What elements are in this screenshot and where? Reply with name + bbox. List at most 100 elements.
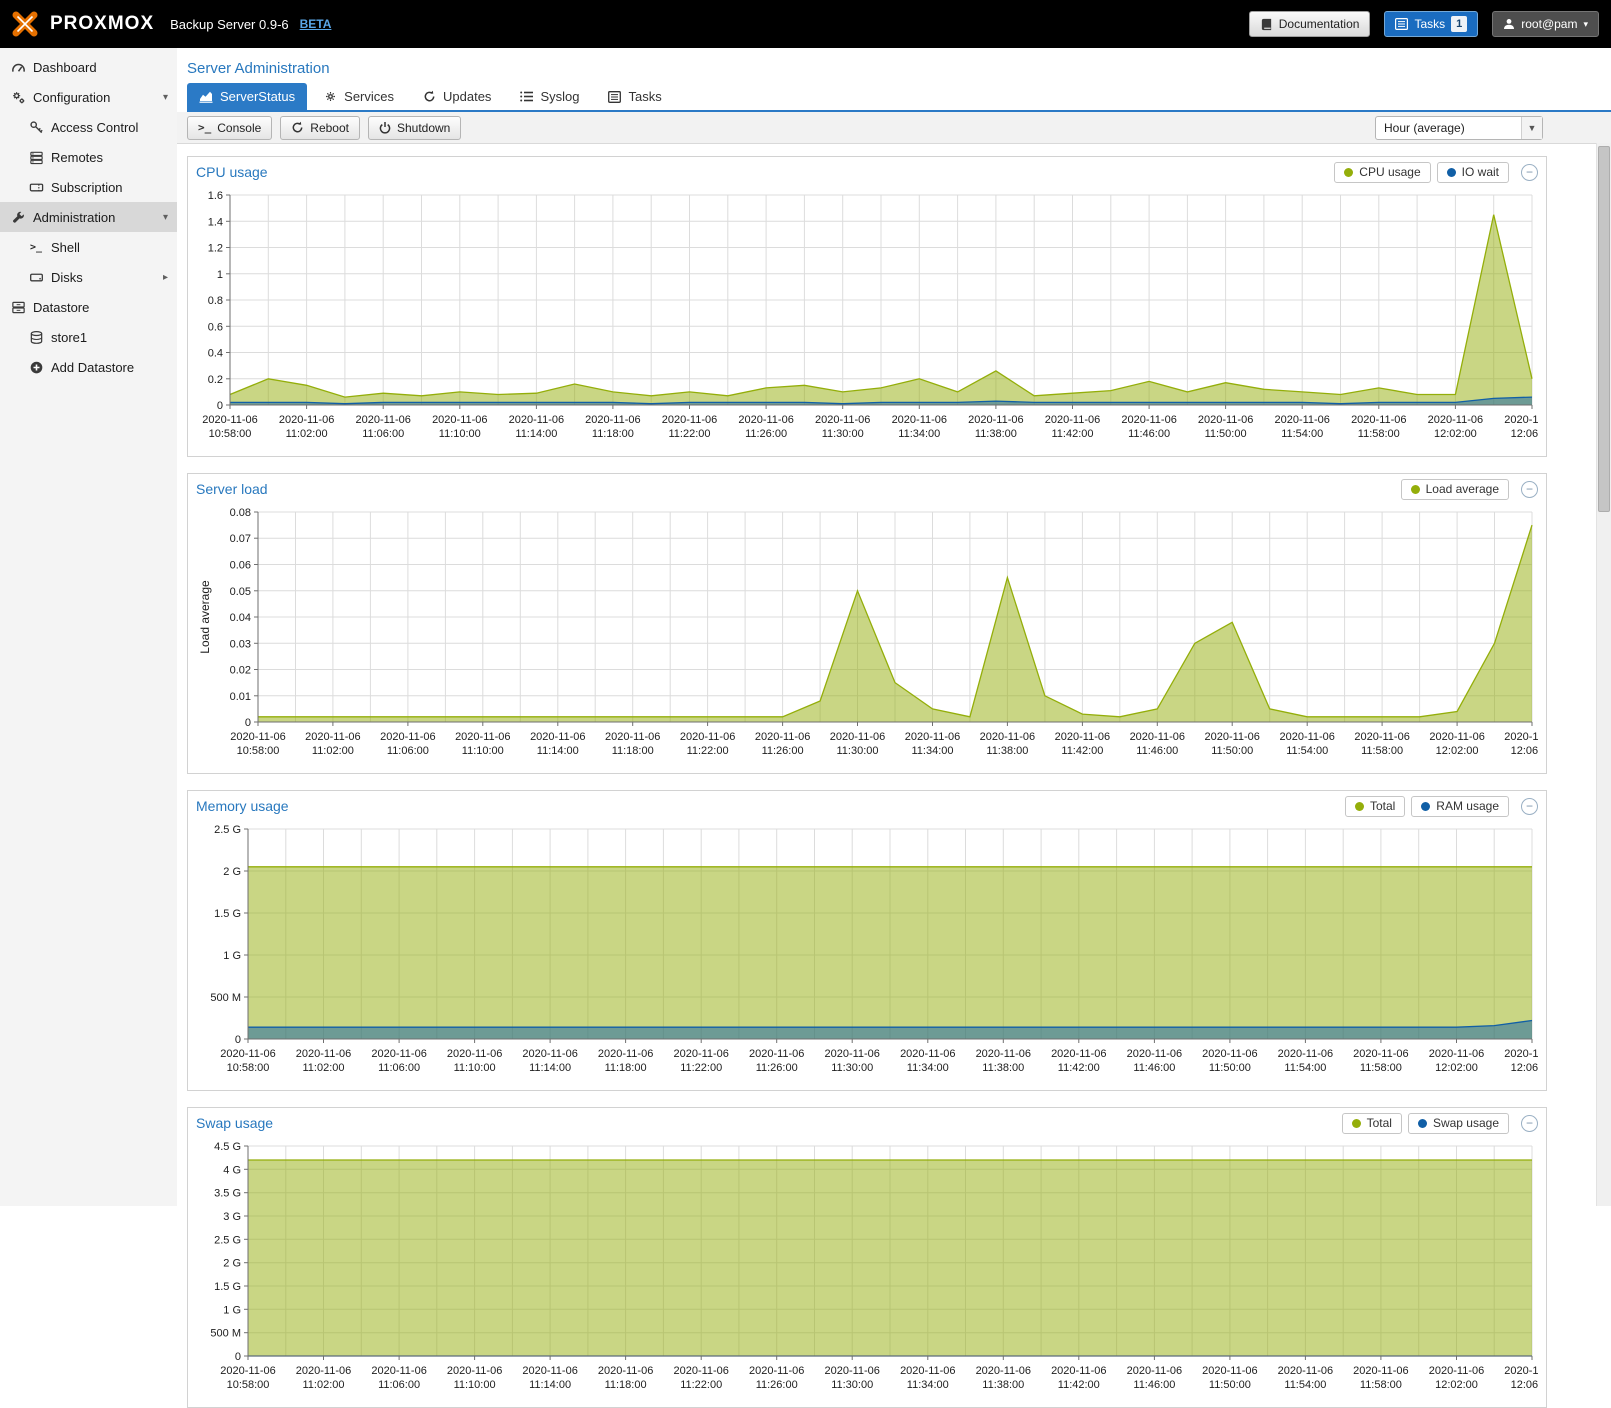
- legend-item-swap-usage[interactable]: Swap usage: [1408, 1113, 1509, 1134]
- sidebar-item-add-datastore[interactable]: Add Datastore: [0, 352, 177, 382]
- svg-text:2020-11-06: 2020-11-06: [447, 1365, 502, 1377]
- legend: Load average−: [1401, 479, 1538, 500]
- svg-text:2020-11-06: 2020-11-06: [976, 1365, 1031, 1377]
- svg-text:2020-11-06: 2020-11-06: [522, 1365, 577, 1377]
- svg-text:2020-11-06: 2020-11-06: [1198, 414, 1253, 426]
- svg-text:2020-11-06: 2020-11-06: [585, 414, 640, 426]
- sidebar-item-dashboard[interactable]: Dashboard: [0, 52, 177, 82]
- legend-item-io-wait[interactable]: IO wait: [1437, 162, 1509, 183]
- timeframe-select[interactable]: Hour (average) ▼: [1375, 116, 1543, 140]
- sidebar-item-disks[interactable]: Disks▸: [0, 262, 177, 292]
- svg-text:2020-11-06: 2020-11-06: [749, 1365, 804, 1377]
- legend: Total RAM usage −: [1345, 796, 1538, 817]
- svg-text:11:26:00: 11:26:00: [762, 745, 804, 757]
- svg-text:11:54:00: 11:54:00: [1281, 428, 1323, 440]
- sidebar-item-label: Shell: [51, 240, 80, 255]
- tab-bar: ServerStatus ServicesUpdatesSyslogTasks: [187, 83, 1611, 112]
- console-button[interactable]: >_Console: [187, 116, 272, 140]
- svg-text:2020-11-06: 2020-11-06: [1051, 1365, 1106, 1377]
- svg-text:2020-11-06: 2020-11-06: [1351, 414, 1406, 426]
- svg-text:11:38:00: 11:38:00: [986, 745, 1028, 757]
- legend-dot-icon: [1447, 168, 1456, 177]
- svg-text:2020-11-06: 2020-11-06: [432, 414, 487, 426]
- legend-item-total[interactable]: Total: [1345, 796, 1405, 817]
- sidebar-item-access-control[interactable]: Access Control: [0, 112, 177, 142]
- sidebar-item-store1[interactable]: store1: [0, 322, 177, 352]
- tab-updates[interactable]: Updates: [411, 83, 503, 110]
- beta-link[interactable]: BETA: [300, 17, 332, 31]
- svg-text:11:06:00: 11:06:00: [378, 1062, 420, 1074]
- svg-text:1: 1: [217, 269, 223, 281]
- proxmox-logo-icon: [12, 11, 38, 37]
- sidebar-item-administration[interactable]: Administration▾: [0, 202, 177, 232]
- svg-text:12:02:00: 12:02:00: [1434, 428, 1477, 440]
- user-menu-button[interactable]: root@pam ▾: [1492, 11, 1599, 37]
- legend-dot-icon: [1411, 485, 1420, 494]
- memory-panel: Memory usageTotalRAM usage−0500 M1 G1.5 …: [187, 790, 1547, 1091]
- sidebar-item-configuration[interactable]: Configuration▾: [0, 82, 177, 112]
- svg-text:4 G: 4 G: [223, 1164, 241, 1176]
- legend-dot-icon: [1352, 1119, 1361, 1128]
- svg-text:2020-11-06: 2020-11-06: [738, 414, 793, 426]
- svg-text:11:18:00: 11:18:00: [612, 745, 654, 757]
- svg-text:2020-11-06: 2020-11-06: [220, 1365, 275, 1377]
- legend-item-cpu-usage[interactable]: CPU usage: [1334, 162, 1430, 183]
- svg-text:2020-11-06: 2020-11-06: [1130, 731, 1185, 743]
- dashboard-icon: [8, 60, 28, 75]
- toolbar: >_Console Reboot Shutdown Hour (average) ▼: [177, 112, 1611, 144]
- svg-text:2020-11-06: 2020-11-06: [1045, 414, 1100, 426]
- documentation-button[interactable]: Documentation: [1249, 11, 1371, 37]
- scrollbar[interactable]: [1596, 143, 1611, 1206]
- svg-text:2020-11-06: 2020-11-06: [1353, 1048, 1408, 1060]
- svg-text:1 G: 1 G: [223, 1304, 241, 1316]
- svg-text:2020-11-06: 2020-11-06: [1202, 1365, 1257, 1377]
- tasks-label: Tasks: [1414, 17, 1445, 31]
- svg-text:2020-11-06: 2020-11-06: [1278, 1048, 1333, 1060]
- sidebar-item-label: Dashboard: [33, 60, 97, 75]
- chevron-down-icon: ▼: [1521, 117, 1542, 139]
- tab-syslog[interactable]: Syslog: [508, 83, 591, 110]
- collapse-panel-icon[interactable]: −: [1521, 1115, 1538, 1132]
- legend-label: RAM usage: [1436, 799, 1499, 813]
- page-title: Server Administration: [187, 60, 1611, 77]
- tab-services[interactable]: Services: [312, 83, 406, 110]
- svg-text:11:14:00: 11:14:00: [515, 428, 557, 440]
- sidebar-item-shell[interactable]: >_Shell: [0, 232, 177, 262]
- shutdown-button[interactable]: Shutdown: [368, 116, 461, 140]
- sidebar-item-datastore[interactable]: Datastore: [0, 292, 177, 322]
- legend-item-total[interactable]: Total: [1342, 1113, 1402, 1134]
- legend-item-ram-usage[interactable]: RAM usage: [1411, 796, 1509, 817]
- tab-tasks[interactable]: Tasks: [596, 83, 673, 110]
- svg-text:11:02:00: 11:02:00: [302, 1379, 344, 1391]
- panel-title: Swap usage: [196, 1115, 273, 1131]
- chevron-down-icon: ▾: [163, 92, 168, 103]
- datastore-icon: [8, 300, 28, 315]
- svg-text:11:54:00: 11:54:00: [1286, 745, 1328, 757]
- svg-text:11:50:00: 11:50:00: [1205, 428, 1247, 440]
- sidebar-item-remotes[interactable]: Remotes: [0, 142, 177, 172]
- legend-item-load-average[interactable]: Load average: [1401, 479, 1509, 500]
- tasks-button[interactable]: Tasks 1: [1384, 11, 1478, 37]
- collapse-panel-icon[interactable]: −: [1521, 798, 1538, 815]
- svg-text:2020-11-06: 2020-11-06: [755, 731, 810, 743]
- svg-text:11:34:00: 11:34:00: [911, 745, 953, 757]
- svg-text:11:42:00: 11:42:00: [1061, 745, 1103, 757]
- remotes-icon: [26, 150, 46, 165]
- add-datastore-icon: [26, 360, 46, 375]
- svg-text:1.6: 1.6: [208, 190, 223, 202]
- collapse-panel-icon[interactable]: −: [1521, 164, 1538, 181]
- collapse-panel-icon[interactable]: −: [1521, 481, 1538, 498]
- swap-panel-header: Swap usageTotalSwap usage−: [188, 1108, 1546, 1138]
- scrollbar-thumb[interactable]: [1598, 146, 1610, 512]
- svg-text:11:26:00: 11:26:00: [745, 428, 787, 440]
- tab-label: ServerStatus: [220, 89, 295, 104]
- svg-text:2020-11-06: 2020-11-06: [455, 731, 510, 743]
- svg-text:500 M: 500 M: [210, 1328, 241, 1340]
- svg-text:2020-11-06: 2020-11-06: [355, 414, 410, 426]
- svg-text:2.5 G: 2.5 G: [214, 824, 241, 836]
- sidebar-item-subscription[interactable]: Subscription: [0, 172, 177, 202]
- svg-text:1.2: 1.2: [208, 243, 223, 255]
- tab-serverstatus[interactable]: ServerStatus: [187, 83, 307, 110]
- reboot-button[interactable]: Reboot: [280, 116, 360, 140]
- svg-text:11:46:00: 11:46:00: [1136, 745, 1178, 757]
